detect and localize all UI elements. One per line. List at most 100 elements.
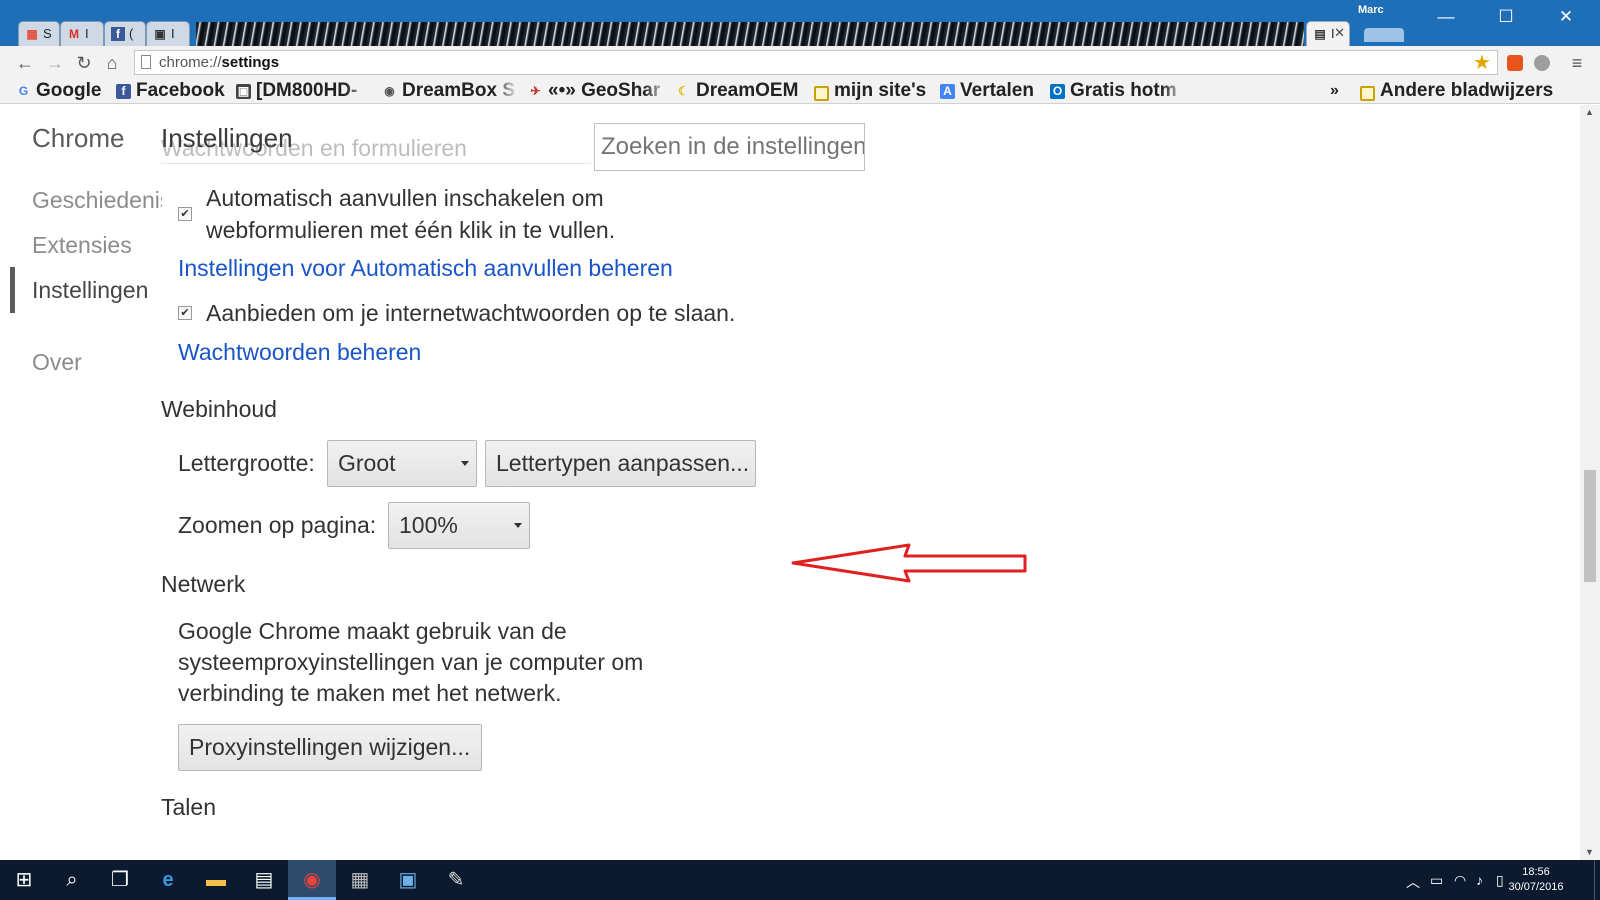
search-icon[interactable]: ⌕	[48, 860, 96, 900]
extension-m-icon[interactable]	[1534, 55, 1550, 71]
facebook-icon: f	[116, 84, 131, 99]
autofill-checkbox[interactable]: ✔	[178, 207, 192, 221]
close-window-button[interactable]: ✕	[1536, 0, 1596, 34]
bookmark-geoshare[interactable]: ✈ «•» GeoShar	[528, 79, 668, 103]
bookmark-folder-mijn-sites[interactable]: mijn site's	[814, 79, 934, 103]
reload-button[interactable]: ↻	[73, 52, 95, 74]
folder-icon	[1360, 86, 1375, 101]
font-size-label: Lettergrootte:	[178, 450, 315, 476]
bookmark-star-icon[interactable]: ★	[1473, 50, 1491, 75]
windows-taskbar: ⊞ ⌕ ❐ e ▬ ▤ ◉ ▦ ▣ ✎ ︿ ▭ ◠ ♪ ▯ 18:56 30/0…	[0, 860, 1600, 900]
bookmark-facebook[interactable]: f Facebook	[116, 79, 228, 103]
show-desktop-button[interactable]	[1594, 860, 1600, 900]
clock[interactable]: 18:56 30/07/2016	[1506, 865, 1566, 895]
web-content-heading: Webinhoud	[161, 396, 277, 422]
banana-icon: ☾	[678, 84, 689, 98]
chevron-down-icon	[514, 523, 522, 528]
bookmark-google[interactable]: G Google	[16, 79, 108, 103]
sidebar-item-settings[interactable]: Instellingen	[32, 277, 162, 304]
file-explorer-icon[interactable]: ▬	[192, 860, 240, 900]
settings-page-icon: ▤	[1314, 27, 1326, 41]
network-description-line1: Google Chrome maakt gebruik van de	[178, 618, 567, 644]
maximize-button[interactable]: ☐	[1476, 0, 1536, 34]
sidebar-selection-indicator	[10, 267, 15, 313]
forward-button[interactable]: →	[44, 52, 66, 74]
dreambox-icon: ▣	[236, 84, 251, 99]
outlook-icon: O	[1050, 84, 1065, 99]
chevron-down-icon	[461, 461, 469, 466]
settings-page: Chrome Geschiedenis Extensies Instelling…	[10, 105, 1578, 860]
app-icon-2[interactable]: ▣	[384, 860, 432, 900]
page-zoom-label: Zoomen op pagina:	[178, 512, 377, 538]
sidebar-title: Chrome	[32, 123, 125, 153]
manage-passwords-link[interactable]: Wachtwoorden beheren	[178, 339, 421, 366]
google-icon: G	[18, 84, 29, 98]
start-button[interactable]: ⊞	[0, 860, 48, 900]
chrome-taskbar-icon[interactable]: ◉	[288, 860, 336, 900]
bookmark-folder-other[interactable]: Andere bladwijzers	[1360, 79, 1560, 103]
tray-chevron-icon[interactable]: ︿	[1406, 872, 1420, 892]
profile-button[interactable]: Marc	[1358, 4, 1416, 42]
change-proxy-settings-button[interactable]: Proxyinstellingen wijzigen...	[178, 724, 482, 771]
task-view-icon[interactable]: ❐	[96, 860, 144, 900]
customize-fonts-button[interactable]: Lettertypen aanpassen...	[485, 440, 756, 487]
bookmarks-bar: G Google f Facebook ▣ [DM800HD- ◉ DreamB…	[0, 78, 1600, 104]
gmail-icon: M	[69, 27, 79, 41]
sidebar-item-extensions[interactable]: Extensies	[32, 232, 162, 259]
minimize-button[interactable]: —	[1416, 0, 1476, 34]
tab-1[interactable]: ▦ S	[18, 21, 60, 46]
clock-date: 30/07/2016	[1508, 881, 1564, 893]
bookmark-dreambox[interactable]: ◉ DreamBox S	[382, 79, 518, 103]
save-passwords-label: Aanbieden om je internetwachtwoorden op …	[206, 300, 736, 326]
app-icon-1[interactable]: ▦	[336, 860, 384, 900]
red-arrow-annotation	[791, 543, 1027, 583]
scrollbar-thumb[interactable]	[1584, 470, 1596, 582]
store-icon[interactable]: ▤	[240, 860, 288, 900]
network-description-line3: verbinding te maken met het netwerk.	[178, 680, 562, 706]
page-icon	[141, 55, 151, 69]
autofill-settings-link[interactable]: Instellingen voor Automatisch aanvullen …	[178, 255, 673, 282]
menu-button[interactable]: ≡	[1566, 52, 1588, 74]
wifi-icon[interactable]: ◠	[1454, 872, 1466, 889]
settings-search-input[interactable]	[594, 123, 865, 171]
tab-settings[interactable]: ▤ I ✕	[1306, 21, 1350, 46]
bookmark-hotmail[interactable]: O Gratis hotm	[1050, 79, 1186, 103]
sidebar-item-about[interactable]: Over	[32, 349, 162, 376]
tab-3[interactable]: f (	[104, 21, 146, 46]
office-extension-icon[interactable]	[1507, 55, 1523, 71]
bookmark-vertalen[interactable]: A Vertalen	[940, 79, 1044, 103]
scroll-up-icon[interactable]: ▲	[1585, 107, 1594, 117]
sidebar-item-history[interactable]: Geschiedenis	[32, 187, 162, 214]
tab-2[interactable]: M I	[60, 21, 104, 46]
facebook-icon: f	[111, 27, 125, 41]
autofill-label-line2: webformulieren met één klik in te vullen…	[206, 217, 616, 243]
close-tab-icon[interactable]: ✕	[1334, 25, 1345, 41]
dreambox-icon: ▣	[154, 27, 166, 41]
back-button[interactable]: ←	[14, 52, 36, 74]
address-bar[interactable]: chrome://settings	[134, 50, 1498, 75]
scroll-down-icon[interactable]: ▼	[1585, 847, 1594, 857]
network-description-line2: systeemproxyinstellingen van je computer…	[178, 649, 644, 675]
bookmark-dm800[interactable]: ▣ [DM800HD-	[236, 79, 370, 103]
edge-icon[interactable]: e	[144, 860, 192, 900]
font-size-select[interactable]: Groot	[327, 440, 477, 487]
translate-icon: A	[940, 84, 955, 99]
page-zoom-select[interactable]: 100%	[388, 502, 530, 549]
volume-icon[interactable]: ♪	[1476, 872, 1483, 888]
paint-icon[interactable]: ✎	[432, 860, 480, 900]
clock-time: 18:56	[1522, 866, 1550, 878]
folder-icon	[814, 86, 829, 101]
battery-icon[interactable]: ▭	[1430, 872, 1443, 889]
chrome-window: ▦ S M I f ( ▣ I ▤ I ✕ Marc — ☐ ✕ ← → ↻ ⌂…	[0, 0, 1600, 860]
languages-heading: Talen	[161, 794, 216, 820]
page-scrollbar[interactable]: ▲ ▼	[1580, 105, 1600, 860]
bookmark-dreamoem[interactable]: ☾ DreamOEM	[676, 79, 808, 103]
home-button[interactable]: ⌂	[101, 52, 123, 74]
tab-4[interactable]: ▣ I	[146, 21, 190, 46]
save-passwords-checkbox[interactable]: ✔	[178, 306, 192, 320]
satellite-icon: ✈	[530, 84, 541, 98]
bookmarks-overflow-button[interactable]: »	[1326, 79, 1348, 103]
notifications-icon[interactable]: ▯	[1496, 872, 1504, 889]
dreambox-logo-icon: ◉	[384, 84, 395, 98]
network-heading: Netwerk	[161, 571, 246, 597]
